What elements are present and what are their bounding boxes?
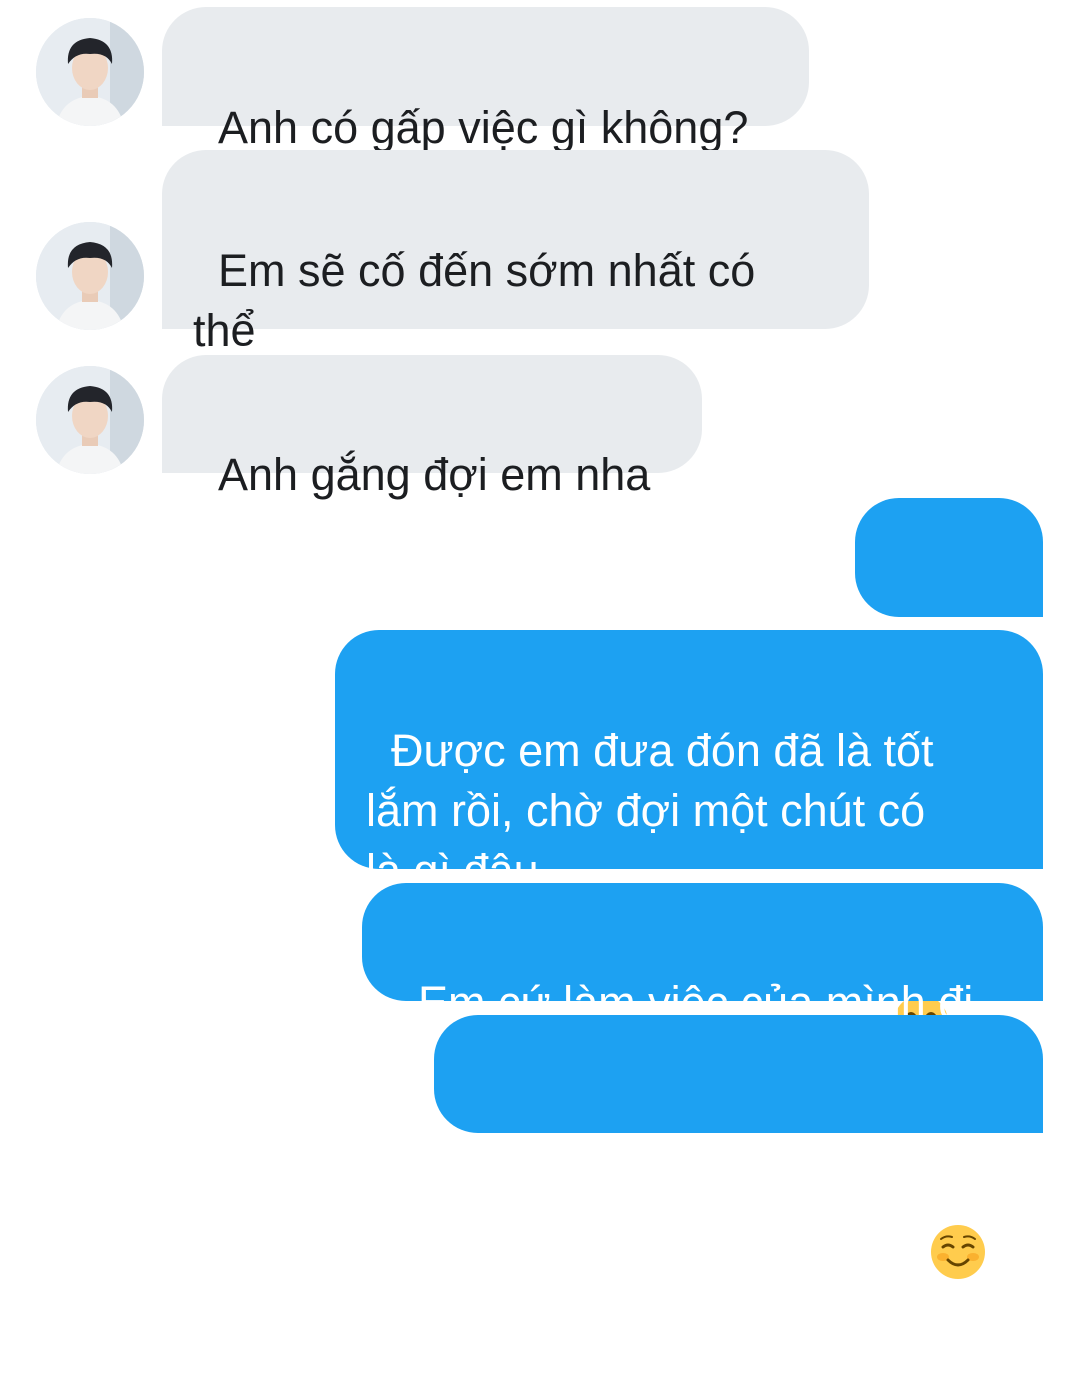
- incoming-message[interactable]: Anh gắng đợi em nha: [162, 355, 702, 500]
- avatar-photo: [36, 366, 144, 474]
- message-text: Anh có gấp việc gì không?: [218, 102, 749, 153]
- contact-avatar[interactable]: [36, 366, 144, 474]
- outgoing-message[interactable]: Được em đưa đón đã là tốt lắm rồi, chờ đ…: [335, 630, 1043, 896]
- outgoing-message[interactable]: Em cứ làm việc của mình đi: [362, 883, 1043, 1028]
- incoming-message[interactable]: Anh có gấp việc gì không?: [162, 7, 809, 153]
- message-text: Được em đưa đón đã là tốt lắm rồi, chờ đ…: [366, 725, 934, 896]
- message-text: Bao lâu anh cũng đợi: [490, 1334, 930, 1385]
- avatar-photo: [36, 222, 144, 330]
- message-text: Anh gắng đợi em nha: [218, 449, 651, 500]
- contact-avatar[interactable]: [36, 222, 144, 330]
- smiling-face-icon: [930, 1104, 986, 1279]
- outgoing-message[interactable]: Bao lâu anh cũng đợi: [434, 1015, 1043, 1385]
- outgoing-message[interactable]: [855, 498, 1043, 1049]
- contact-avatar[interactable]: [36, 18, 144, 126]
- message-text: Em sẽ cố đến sớm nhất có thể: [193, 245, 756, 356]
- incoming-message[interactable]: Em sẽ cố đến sớm nhất có thể: [162, 150, 869, 356]
- avatar-photo: [36, 18, 144, 126]
